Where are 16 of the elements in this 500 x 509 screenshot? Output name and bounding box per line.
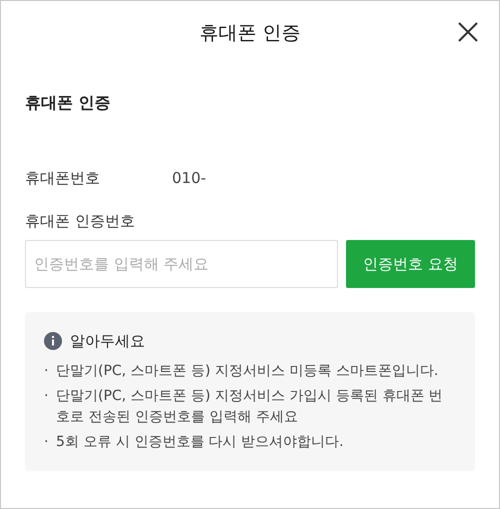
section-heading: 휴대폰 인증	[25, 92, 112, 114]
bullet: ·	[44, 432, 50, 452]
dialog-title: 휴대폰 인증	[199, 20, 301, 46]
bullet: ·	[44, 386, 50, 406]
field-label: 휴대폰 인증번호	[25, 212, 135, 230]
info-icon	[44, 332, 62, 350]
notice-text: 단말기(PC, 스마트폰 등) 지정서비스 가입시 등록된 휴대폰 번호로 전송된 인증번호를 입력해 주세요	[56, 386, 444, 426]
bullet: ·	[44, 362, 50, 380]
code-input-field[interactable]: 인증번호를 입력해 주세요	[25, 240, 338, 288]
notice-title: 알아두세요	[70, 331, 145, 352]
request-code-button[interactable]: 인증번호 요청	[346, 240, 475, 288]
close-icon	[457, 21, 479, 43]
field-label: 휴대폰번호	[25, 168, 100, 189]
notice-text: 5회 오류 시 인증번호를 다시 받으셔야합니다.	[56, 432, 344, 452]
phone-number: 010-	[172, 168, 206, 189]
notice-text: 단말기(PC, 스마트폰 등) 지정서비스 미등록 스마트폰입니다.	[56, 362, 438, 380]
